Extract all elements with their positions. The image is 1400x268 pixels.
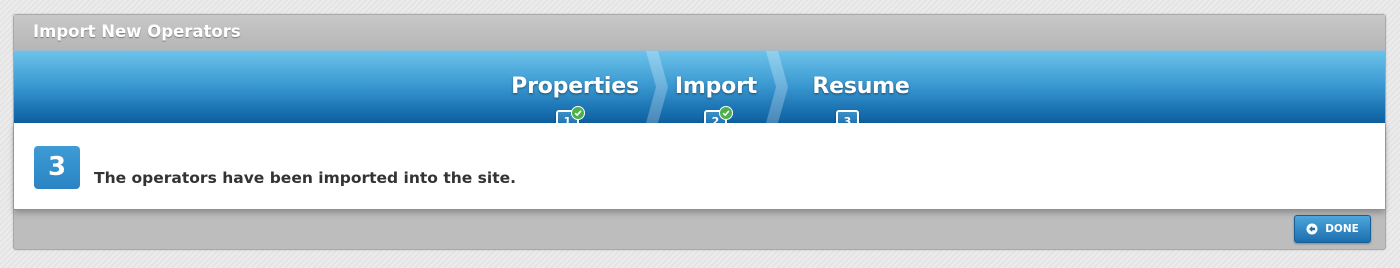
step-label: Import	[674, 74, 758, 99]
check-icon	[719, 106, 733, 120]
import-operators-dialog: Import New Operators Properties Import R…	[13, 14, 1386, 250]
dialog-title: Import New Operators	[14, 15, 1385, 51]
step-separator	[766, 51, 788, 123]
step-label: Properties	[511, 74, 639, 99]
wizard-steps-bar: Properties Import Resume 1 2 3	[14, 51, 1385, 133]
step-label: Resume	[812, 74, 910, 99]
current-step-badge: 3	[34, 146, 80, 189]
done-button[interactable]: DONE	[1294, 215, 1371, 243]
completion-message: The operators have been imported into th…	[94, 169, 517, 187]
check-icon	[571, 106, 585, 120]
step-content-panel: 3 The operators have been imported into …	[14, 123, 1385, 210]
wizard-step-resume[interactable]: Resume	[796, 51, 926, 123]
done-button-label: DONE	[1325, 223, 1359, 235]
back-arrow-circle-icon	[1306, 223, 1318, 235]
